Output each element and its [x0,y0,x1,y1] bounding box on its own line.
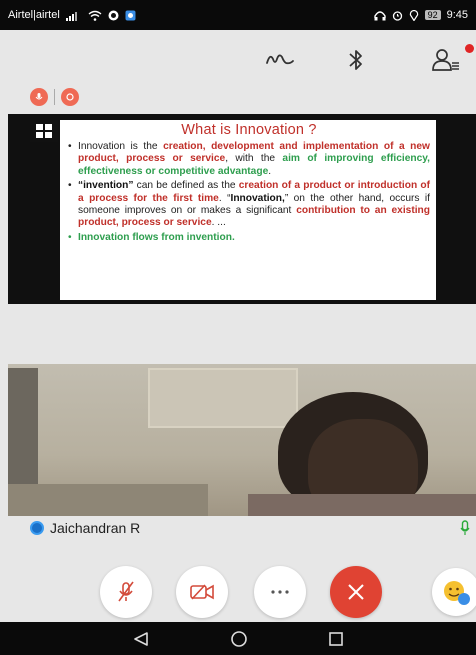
reaction-bar [30,88,79,106]
bullet-2-text-4: . ... [211,217,226,229]
end-call-button[interactable] [330,566,382,618]
call-controls [0,560,476,622]
participant-name-bar: Jaichandran R [0,516,476,540]
mic-reaction-icon[interactable] [30,88,48,106]
mic-off-icon [118,581,134,602]
speaker-mic-icon [460,520,470,539]
more-icon [271,590,289,594]
bullet-1-text-3: . [268,165,272,177]
participant-name: Jaichandran R [50,520,141,536]
recording-indicator [465,44,474,53]
system-nav-bar [0,622,476,655]
meeting-toolbar [0,30,476,88]
mute-button[interactable] [100,566,152,618]
alarm-icon [392,10,402,21]
camera-button[interactable] [176,566,228,618]
camera-off-icon [190,584,214,600]
participants-icon [432,49,459,71]
bullet-3-text: Innovation flows from invention. [78,231,235,243]
bullet-3: Innovation flows from invention. [68,231,430,245]
end-call-icon [348,584,364,600]
clock: 9:45 [446,9,468,21]
video-desk [8,484,208,516]
app-notification-icon [108,10,119,20]
video-door [8,368,38,488]
participant-shirt [248,494,476,516]
bullet-1-text: Innovation is the [78,141,164,152]
bullet-2-text-2: . “ [218,192,231,204]
shared-screen: What is Innovation ? Innovation is the c… [8,114,476,304]
recents-icon[interactable] [328,631,344,647]
bluetooth-icon [349,50,362,70]
bluetooth-button[interactable] [338,44,374,76]
divider [54,89,55,105]
headset-icon [373,10,386,20]
bullet-2: “invention” can be defined as the creati… [68,180,430,230]
app-notification-icon-2 [125,10,136,20]
battery-indicator: 92 [424,10,441,20]
slide-content: What is Innovation ? Innovation is the c… [60,120,436,300]
slide-bullets: Innovation is the creation, development … [68,141,430,245]
video-wall-board [148,368,298,428]
slide-title: What is Innovation ? [181,122,317,138]
location-icon [409,9,418,21]
signal-icon [65,11,77,21]
wifi-icon [88,10,102,21]
home-icon[interactable] [230,630,248,648]
participants-button[interactable] [428,44,464,76]
bullet-1: Innovation is the creation, development … [68,141,430,178]
grid-icon [36,124,52,138]
layout-switch-button[interactable] [30,120,58,142]
back-icon[interactable] [132,631,150,647]
participant-video[interactable] [8,364,476,516]
carrier-label: Airtel|airtel [8,9,60,21]
bullet-1-text-2: , with the [225,153,283,165]
bullet-2-term: “invention” [78,180,134,192]
emoji-reaction-button[interactable] [432,568,476,616]
video-reaction-icon[interactable] [61,88,79,106]
emoji-icon [444,581,470,605]
more-button[interactable] [254,566,306,618]
whiteboard-button[interactable] [262,44,298,76]
status-bar: Airtel|airtel 92 9:45 [0,0,476,30]
bullet-2-term-2: Innovation, [230,192,285,204]
whiteboard-icon [266,54,294,65]
network-quality-icon [30,521,44,535]
bullet-2-text: can be defined as the [133,180,239,192]
